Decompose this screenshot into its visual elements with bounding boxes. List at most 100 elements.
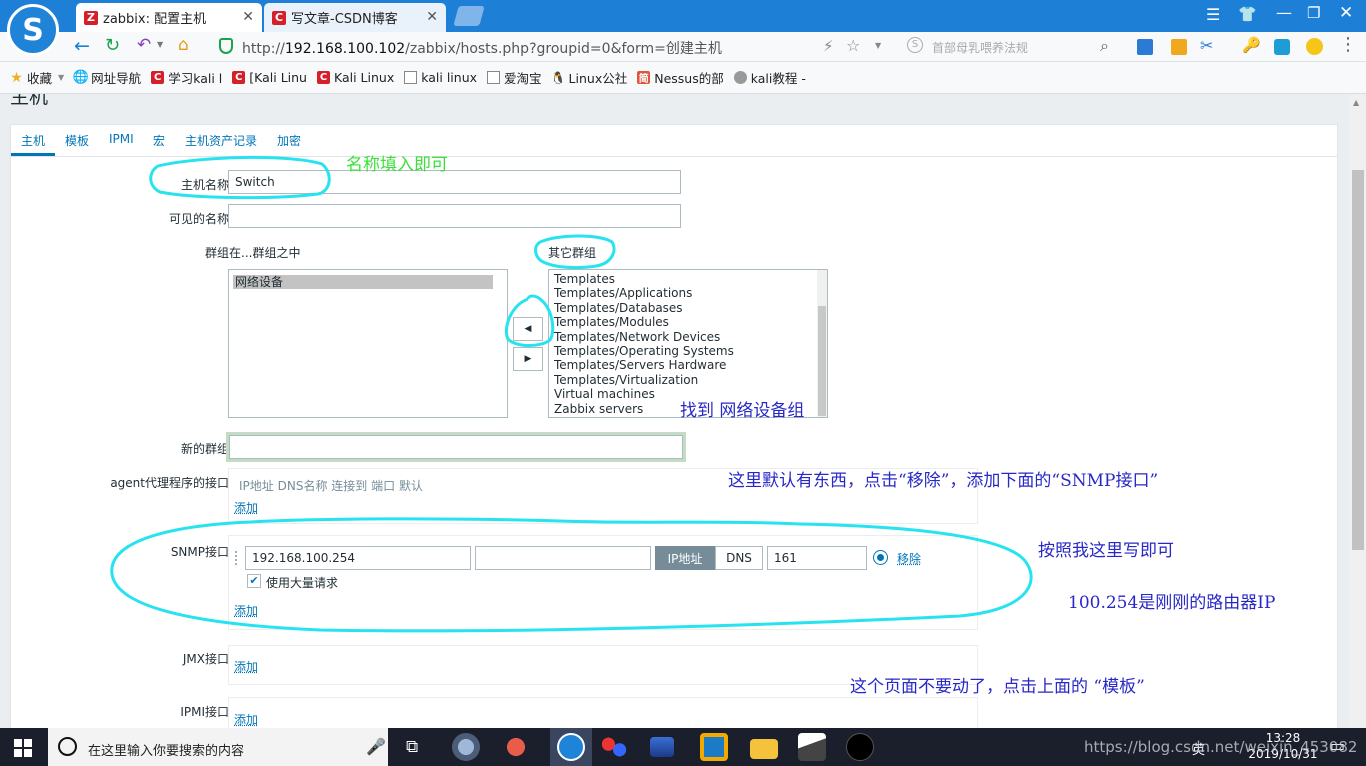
annotation-snmp-hint: 按照我这里写即可 bbox=[1038, 541, 1174, 561]
taskbar-app-photos-icon[interactable] bbox=[798, 733, 826, 761]
bookmark-csdn-1[interactable]: C 学习kali l bbox=[151, 68, 222, 87]
taskbar-app-globe-icon[interactable] bbox=[452, 733, 480, 761]
back-icon[interactable]: ← bbox=[74, 35, 90, 57]
bookmark-label: 收藏 bbox=[27, 71, 53, 86]
jian-icon: 简 bbox=[637, 71, 651, 85]
scissors-icon[interactable]: ✂ bbox=[1200, 36, 1213, 55]
close-tab-icon[interactable]: ✕ bbox=[426, 9, 438, 25]
taskbar-app-sogou-icon[interactable] bbox=[550, 728, 592, 766]
undo-icon[interactable]: ↶ bbox=[137, 35, 151, 55]
url-host: 192.168.100.102 bbox=[284, 41, 406, 57]
bookmark-nav[interactable]: 🌐 网址导航 bbox=[72, 68, 142, 87]
menu-icon[interactable]: ☰ bbox=[1206, 5, 1220, 24]
zabbix-page: 主机 主机 模板 IPMI 宏 主机资产记录 加密 主机名称 Switch 可见… bbox=[0, 94, 1350, 728]
extension-icon[interactable] bbox=[1171, 39, 1187, 55]
bookmark-label: [Kali Linu bbox=[249, 70, 307, 85]
zabbix-favicon-icon: Z bbox=[84, 10, 98, 25]
microphone-icon[interactable]: 🎤 bbox=[366, 737, 386, 756]
annotation-name-hint: 名称填入即可 bbox=[346, 155, 448, 175]
bookmark-csdn-2[interactable]: C [Kali Linu bbox=[232, 70, 307, 85]
task-view-icon[interactable]: ⧉ bbox=[406, 737, 418, 757]
chevron-down-icon: ▼ bbox=[58, 73, 65, 82]
watermark: https://blog.csdn.net/weixin_45308292 bbox=[1084, 738, 1356, 756]
tab-csdn-label: 写文章-CSDN博客 bbox=[291, 12, 398, 27]
penguin-icon: 🐧 bbox=[550, 70, 566, 85]
star-icon: ★ bbox=[10, 69, 23, 86]
bookmark-label: 网址导航 bbox=[91, 71, 142, 86]
bookmark-star-icon[interactable]: ☆ bbox=[846, 36, 860, 55]
bookmark-nessus[interactable]: 简 Nessus的部 bbox=[637, 68, 724, 87]
taskbar-app-folder-icon[interactable] bbox=[750, 739, 778, 759]
chevron-down-icon[interactable]: ▼ bbox=[875, 41, 881, 50]
windows-taskbar: 在这里输入你要搜索的内容 🎤 ⧉ 英 13:28 2019/10/31 ▭ ht… bbox=[0, 728, 1366, 766]
page-scrollbar-thumb[interactable] bbox=[1352, 170, 1364, 550]
csdn-icon: C bbox=[232, 71, 246, 84]
emoji-icon[interactable] bbox=[1306, 38, 1323, 55]
annotation-agent-hint: 这里默认有东西，点击“移除”，添加下面的“SNMP接口” bbox=[728, 471, 1159, 491]
maximize-icon[interactable]: ❐ bbox=[1307, 4, 1320, 22]
chevron-up-icon[interactable]: ▲ bbox=[1353, 98, 1359, 107]
csdn-favicon-icon: C bbox=[272, 10, 286, 25]
url-scheme: http:// bbox=[242, 41, 285, 57]
close-window-icon[interactable]: ✕ bbox=[1339, 3, 1353, 23]
translate-icon[interactable] bbox=[1137, 39, 1153, 55]
new-tab-button[interactable] bbox=[453, 6, 485, 26]
bookmark-label: kali linux bbox=[421, 70, 478, 85]
url-field[interactable]: http://192.168.100.102/zabbix/hosts.php?… bbox=[242, 38, 722, 58]
taskbar-app-kali-icon[interactable] bbox=[502, 733, 530, 761]
skin-icon[interactable]: 👕 bbox=[1238, 5, 1257, 23]
taskbar-app-network-icon[interactable] bbox=[650, 737, 674, 757]
annotation-find-group: 找到 网络设备组 bbox=[680, 401, 805, 421]
close-tab-icon[interactable]: ✕ bbox=[242, 9, 254, 25]
taskbar-search-input[interactable]: 在这里输入你要搜索的内容 bbox=[88, 740, 244, 759]
annotation-overlay bbox=[110, 155, 1033, 633]
bookmark-csdn-3[interactable]: C Kali Linux bbox=[316, 70, 395, 85]
search-engine-icon[interactable]: S bbox=[907, 37, 923, 53]
bookmark-label: Linux公社 bbox=[568, 71, 628, 86]
circle-icon bbox=[733, 71, 747, 84]
csdn-icon: C bbox=[151, 71, 165, 84]
windows-start-icon[interactable] bbox=[14, 739, 32, 757]
taskbar-app-terminal-icon[interactable] bbox=[846, 733, 874, 761]
tab-zabbix[interactable]: Z zabbix: 配置主机 ✕ bbox=[76, 3, 262, 32]
bookmark-kali-tutorial[interactable]: kali教程 - bbox=[733, 68, 806, 87]
taskbar-app-vmware-icon[interactable] bbox=[700, 733, 728, 761]
bookmark-label: Kali Linux bbox=[333, 70, 395, 85]
bookmark-favorites[interactable]: ★ 收藏 ▼ bbox=[10, 68, 64, 87]
search-icon[interactable]: ⌕ bbox=[1100, 36, 1109, 56]
annotation-ip-hint: 100.254是刚刚的路由器IP bbox=[1068, 593, 1276, 613]
bookmark-label: Nessus的部 bbox=[654, 71, 724, 86]
annotation-template-hint: 这个页面不要动了，点击上面的 “模板” bbox=[850, 677, 1145, 697]
lightning-icon[interactable]: ⚡ bbox=[823, 37, 834, 55]
search-input[interactable]: 首部母乳喂养法规 bbox=[932, 39, 1028, 56]
bookmark-label: 学习kali l bbox=[168, 71, 223, 86]
bookmark-linux[interactable]: 🐧 Linux公社 bbox=[550, 68, 628, 87]
annotation-circle-move-button bbox=[504, 294, 555, 347]
page-icon bbox=[487, 71, 501, 84]
refresh-icon[interactable]: ↻ bbox=[105, 35, 120, 56]
csdn-icon: C bbox=[316, 71, 330, 84]
tab-zabbix-label: zabbix: 配置主机 bbox=[103, 12, 207, 27]
home-icon[interactable]: ⌂ bbox=[178, 35, 189, 55]
sogou-browser-logo[interactable]: S bbox=[7, 4, 59, 56]
address-toolbar: ← ↻ ↶ ▼ ⌂ http://192.168.100.102/zabbix/… bbox=[0, 32, 1366, 62]
bookmark-label: kali教程 - bbox=[750, 71, 806, 86]
globe-icon: 🌐 bbox=[72, 70, 89, 85]
bookmarks-bar: ★ 收藏 ▼ 🌐 网址导航 C 学习kali l C [Kali Linu C Kali L… bbox=[0, 62, 1366, 94]
bookmark-taobao[interactable]: 爱淘宝 bbox=[487, 68, 542, 87]
bookmark-kali[interactable]: kali linux bbox=[404, 70, 477, 85]
more-icon[interactable]: ⋮ bbox=[1339, 34, 1357, 55]
url-path: /zabbix/hosts.php?groupid=0&form=创建主机 bbox=[405, 41, 722, 57]
bookmark-label: 爱淘宝 bbox=[504, 71, 542, 86]
chevron-down-icon[interactable]: ▼ bbox=[157, 40, 163, 49]
annotation-circle-other-groups bbox=[534, 234, 616, 270]
minimize-icon[interactable]: — bbox=[1276, 3, 1292, 22]
capture-icon[interactable] bbox=[1274, 39, 1290, 55]
cortana-icon bbox=[58, 737, 77, 756]
taskbar-search-box[interactable]: 在这里输入你要搜索的内容 🎤 bbox=[48, 728, 388, 766]
key-icon[interactable]: 🔑 bbox=[1242, 36, 1261, 54]
tab-csdn[interactable]: C 写文章-CSDN博客 ✕ bbox=[264, 3, 446, 32]
taskbar-app-balls-icon[interactable] bbox=[600, 733, 628, 761]
page-scrollbar[interactable]: ▲ bbox=[1350, 94, 1366, 728]
browser-tab-bar: S Z zabbix: 配置主机 ✕ C 写文章-CSDN博客 ✕ ☰ 👕 — … bbox=[0, 0, 1366, 56]
